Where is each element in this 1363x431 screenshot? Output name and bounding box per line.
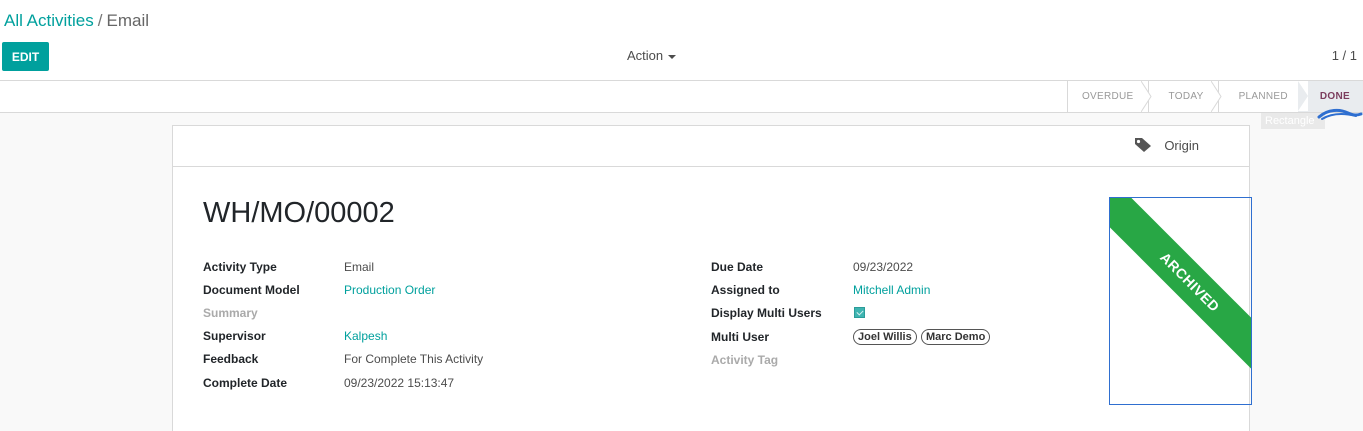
- caret-down-icon: [668, 54, 677, 59]
- status-bar: OVERDUE TODAY PLANNED DONE: [0, 81, 1363, 113]
- multi-user-tag[interactable]: Marc Demo: [921, 329, 991, 345]
- pen-stroke-annotation: [1317, 108, 1363, 120]
- supervisor-link[interactable]: Kalpesh: [344, 329, 387, 343]
- record-title: WH/MO/00002: [203, 197, 395, 229]
- status-step-today[interactable]: TODAY: [1147, 81, 1222, 112]
- archived-ribbon: ARCHIVED: [1110, 198, 1251, 380]
- archived-ribbon-selection: ARCHIVED: [1109, 197, 1252, 405]
- complete-date-value: 09/23/2022 15:13:47: [344, 376, 455, 390]
- multi-user-label: Multi User: [711, 330, 770, 344]
- document-model-label: Document Model: [203, 283, 300, 297]
- feedback-label: Feedback: [203, 352, 259, 366]
- status-step-label: OVERDUE: [1081, 91, 1134, 102]
- activity-tag-label: Activity Tag: [711, 353, 779, 367]
- tag-icon: [1135, 138, 1152, 152]
- supervisor-label: Supervisor: [203, 329, 266, 343]
- breadcrumb-current: Email: [106, 11, 149, 30]
- pager-counter[interactable]: 1 / 1: [1332, 48, 1357, 63]
- status-step-label: TODAY: [1168, 91, 1204, 102]
- display-multi-users-label: Display Multi Users: [711, 306, 822, 320]
- origin-button-label: Origin: [1164, 137, 1199, 153]
- display-multi-users-checkbox[interactable]: [854, 307, 865, 318]
- assigned-to-link[interactable]: Mitchell Admin: [853, 283, 930, 297]
- breadcrumb: All Activities / Email: [4, 11, 149, 31]
- status-step-label: DONE: [1319, 91, 1350, 102]
- breadcrumb-separator: /: [97, 11, 103, 30]
- origin-button[interactable]: Origin: [1134, 137, 1199, 153]
- edit-button[interactable]: EDIT: [2, 42, 49, 71]
- feedback-value: For Complete This Activity: [344, 352, 484, 366]
- button-box: Origin: [173, 126, 1249, 167]
- status-step-planned[interactable]: PLANNED: [1217, 81, 1298, 112]
- action-dropdown-label: Action: [627, 48, 664, 63]
- form-sheet: Origin WH/MO/00002 Activity Type Email D…: [172, 125, 1250, 431]
- chevron-right-icon: [1140, 81, 1152, 112]
- control-panel: All Activities / Email EDIT Action 1 / 1: [0, 0, 1363, 81]
- summary-label: Summary: [203, 306, 258, 320]
- activity-type-value: Email: [344, 260, 375, 274]
- assigned-to-label: Assigned to: [711, 283, 780, 297]
- action-dropdown[interactable]: Action: [627, 48, 677, 63]
- chevron-right-icon: [1210, 81, 1222, 112]
- due-date-value: 09/23/2022: [853, 260, 914, 274]
- document-model-link[interactable]: Production Order: [344, 283, 435, 297]
- due-date-label: Due Date: [711, 260, 764, 274]
- status-step-overdue[interactable]: OVERDUE: [1066, 81, 1152, 112]
- breadcrumb-parent-link[interactable]: All Activities: [4, 11, 94, 30]
- status-step-label: PLANNED: [1238, 91, 1288, 102]
- multi-user-tag[interactable]: Joel Willis: [853, 329, 917, 345]
- complete-date-label: Complete Date: [203, 376, 288, 390]
- activity-type-label: Activity Type: [203, 260, 277, 274]
